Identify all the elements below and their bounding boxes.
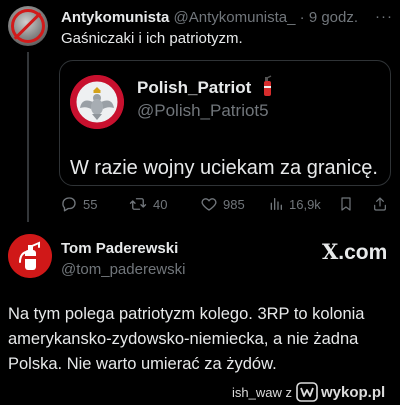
x-logo-icon: X.com [322, 239, 388, 264]
thread-connector-line [27, 52, 29, 222]
author-avatar[interactable] [8, 6, 48, 46]
reply-text: Na tym polega patriotyzm kolego. 3RP to … [8, 305, 365, 373]
reply-tweet[interactable]: Tom Paderewski @tom_paderewski X.com Na … [0, 222, 400, 405]
fire-extinguisher-icon [8, 234, 52, 278]
views-button[interactable]: 16,9k [268, 195, 321, 213]
reply-author-name[interactable]: Tom Paderewski [61, 240, 178, 257]
tweet-header: Antykomunista @Antykomunista_ · 9 godz. [61, 9, 358, 26]
white-eagle-emblem-icon [70, 75, 124, 129]
share-icon [374, 197, 386, 211]
watermark-user: ish_waw z [232, 384, 292, 400]
fire-extinguisher-icon [264, 75, 272, 96]
reply-count: 55 [83, 196, 98, 212]
share-button[interactable] [372, 195, 388, 213]
reply-author-avatar[interactable] [8, 234, 52, 278]
quoted-tweet[interactable]: Polish_Patriot @Polish_Patriot5 W razie … [59, 60, 391, 186]
tweet-actions: 55 40 985 16,9k [60, 195, 390, 217]
time-separator: · [299, 9, 305, 26]
bookmark-button[interactable] [338, 195, 354, 213]
retweet-icon [129, 198, 147, 210]
heart-icon [201, 198, 217, 211]
retweet-button[interactable]: 40 [128, 195, 167, 213]
bookmark-icon [341, 197, 351, 211]
wykop-logo-icon [296, 382, 318, 402]
author-name[interactable]: Antykomunista [61, 9, 169, 26]
tweet-time[interactable]: 9 godz. [309, 9, 358, 26]
wykop-watermark: ish_waw z wykop.pl [232, 381, 385, 403]
like-button[interactable]: 985 [200, 195, 245, 213]
quoted-author-handle[interactable]: @Polish_Patriot5 [137, 101, 269, 121]
quoted-tweet-text: W razie wojny uciekam za granicę. [70, 157, 378, 179]
quoted-author-avatar[interactable] [70, 75, 124, 129]
like-count: 985 [223, 196, 245, 212]
reply-author-handle[interactable]: @tom_paderewski [61, 261, 185, 278]
more-options-icon[interactable]: ··· [375, 8, 393, 25]
views-count: 16,9k [289, 196, 321, 212]
views-chart-icon [270, 198, 282, 210]
retweet-count: 40 [153, 196, 168, 212]
tweet-text: Gaśniczaki i ich patriotyzm. [61, 30, 243, 47]
quoted-author-name[interactable]: Polish_Patriot [137, 78, 251, 98]
author-handle[interactable]: @Antykomunista_ [174, 9, 296, 26]
reply-button[interactable]: 55 [60, 195, 97, 213]
reply-icon [62, 197, 76, 212]
tweet[interactable]: Antykomunista @Antykomunista_ · 9 godz. … [0, 0, 400, 222]
watermark-site: wykop.pl [320, 383, 386, 401]
